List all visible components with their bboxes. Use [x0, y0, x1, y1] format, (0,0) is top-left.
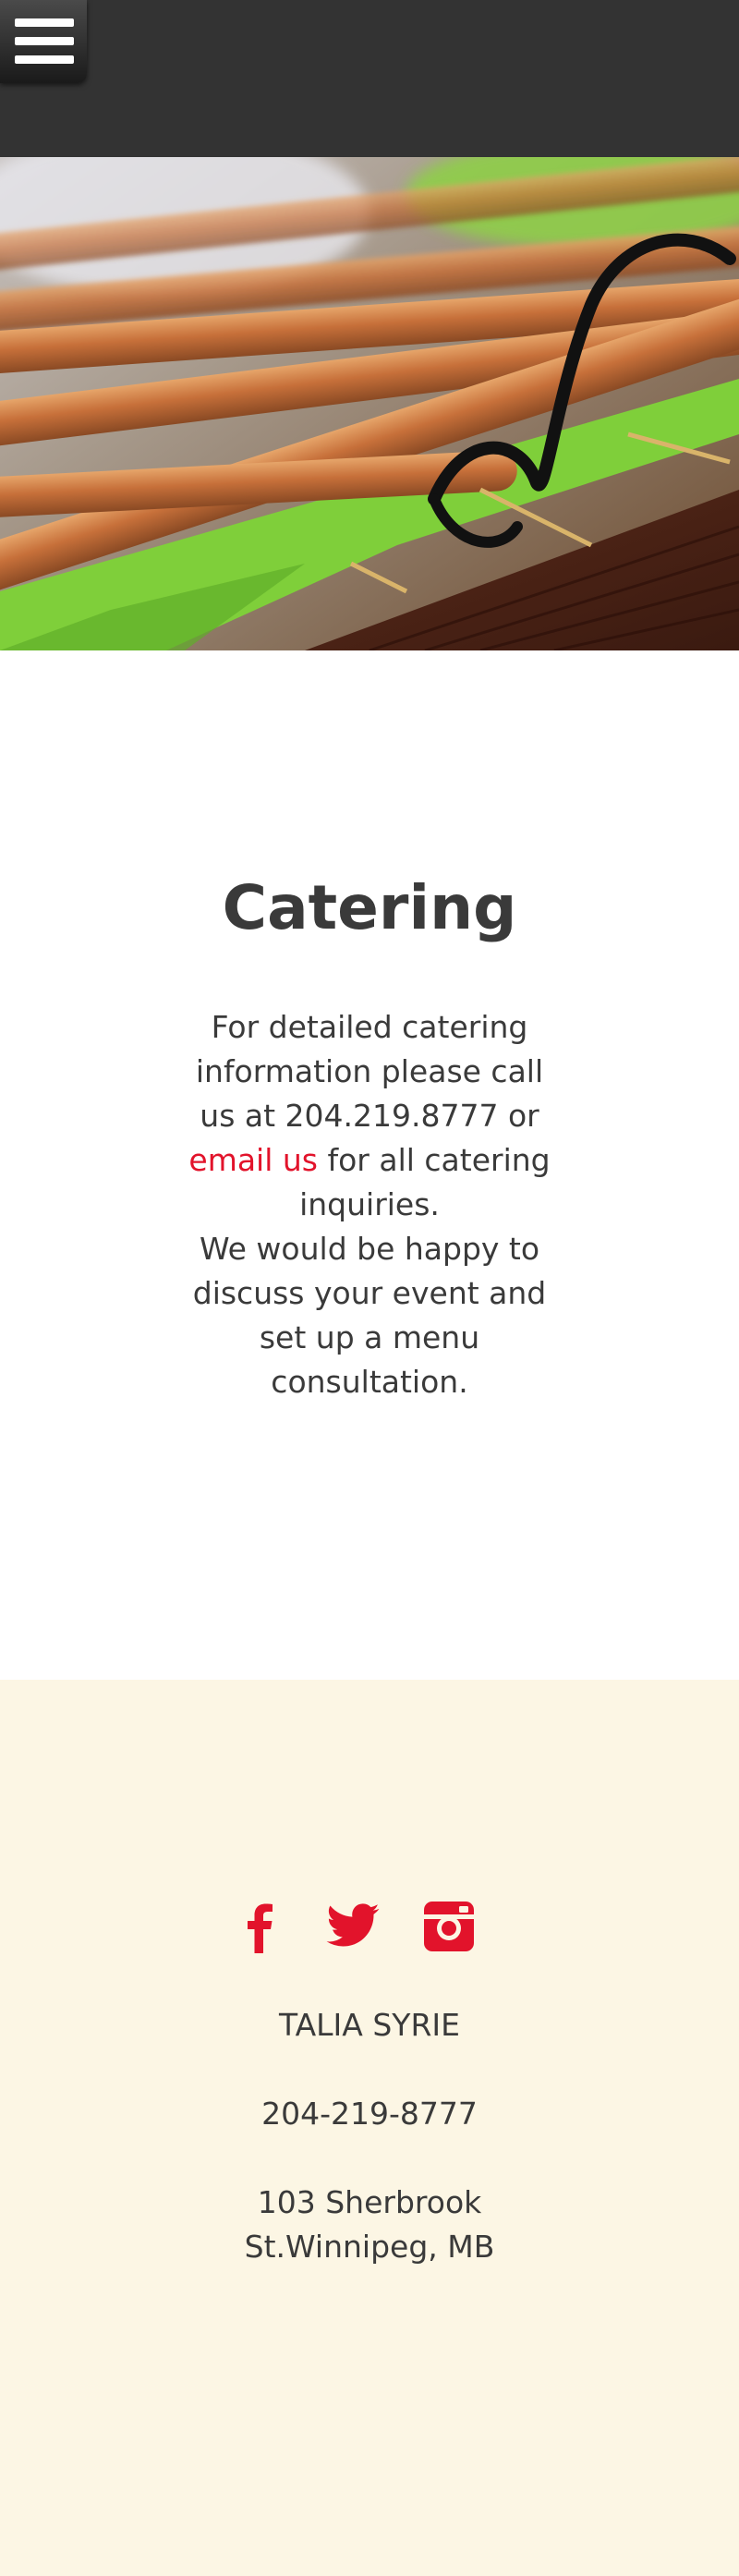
twitter-glyph [326, 1903, 380, 1947]
email-us-link[interactable]: email us [188, 1142, 318, 1178]
consultation-text: We would be happy to discuss your event … [192, 1231, 547, 1400]
facebook-icon[interactable] [232, 1898, 289, 1955]
page-title: Catering [222, 872, 517, 943]
phone-number-text: 204.219.8777 [285, 1098, 499, 1134]
facebook-glyph [248, 1903, 273, 1953]
instagram-icon[interactable] [420, 1898, 478, 1955]
catering-description: For detailed catering information please… [176, 1005, 563, 1404]
instagram-glyph [424, 1902, 474, 1951]
hero-image [0, 157, 739, 650]
menu-bar [15, 55, 74, 64]
twitter-icon[interactable] [324, 1898, 382, 1955]
footer-phone: 204-219-8777 [261, 2096, 478, 2132]
text-or: or [498, 1098, 539, 1134]
business-name: TALIA SYRIE [279, 2007, 460, 2043]
catering-section: Catering For detailed catering informati… [0, 650, 739, 1680]
top-bar [0, 0, 739, 157]
footer: TALIA SYRIE 204-219-8777 103 Sherbrook S… [0, 1680, 739, 2576]
text-after-link: for all catering inquiries. [299, 1142, 551, 1222]
breadsticks-in-wicker-basket-photo [0, 157, 739, 650]
menu-bar [15, 18, 74, 27]
address-line-1: 103 Sherbrook [257, 2184, 482, 2220]
hamburger-menu-icon[interactable] [0, 0, 87, 83]
menu-bar [15, 37, 74, 45]
address-line-2: St.Winnipeg, MB [244, 2229, 495, 2265]
